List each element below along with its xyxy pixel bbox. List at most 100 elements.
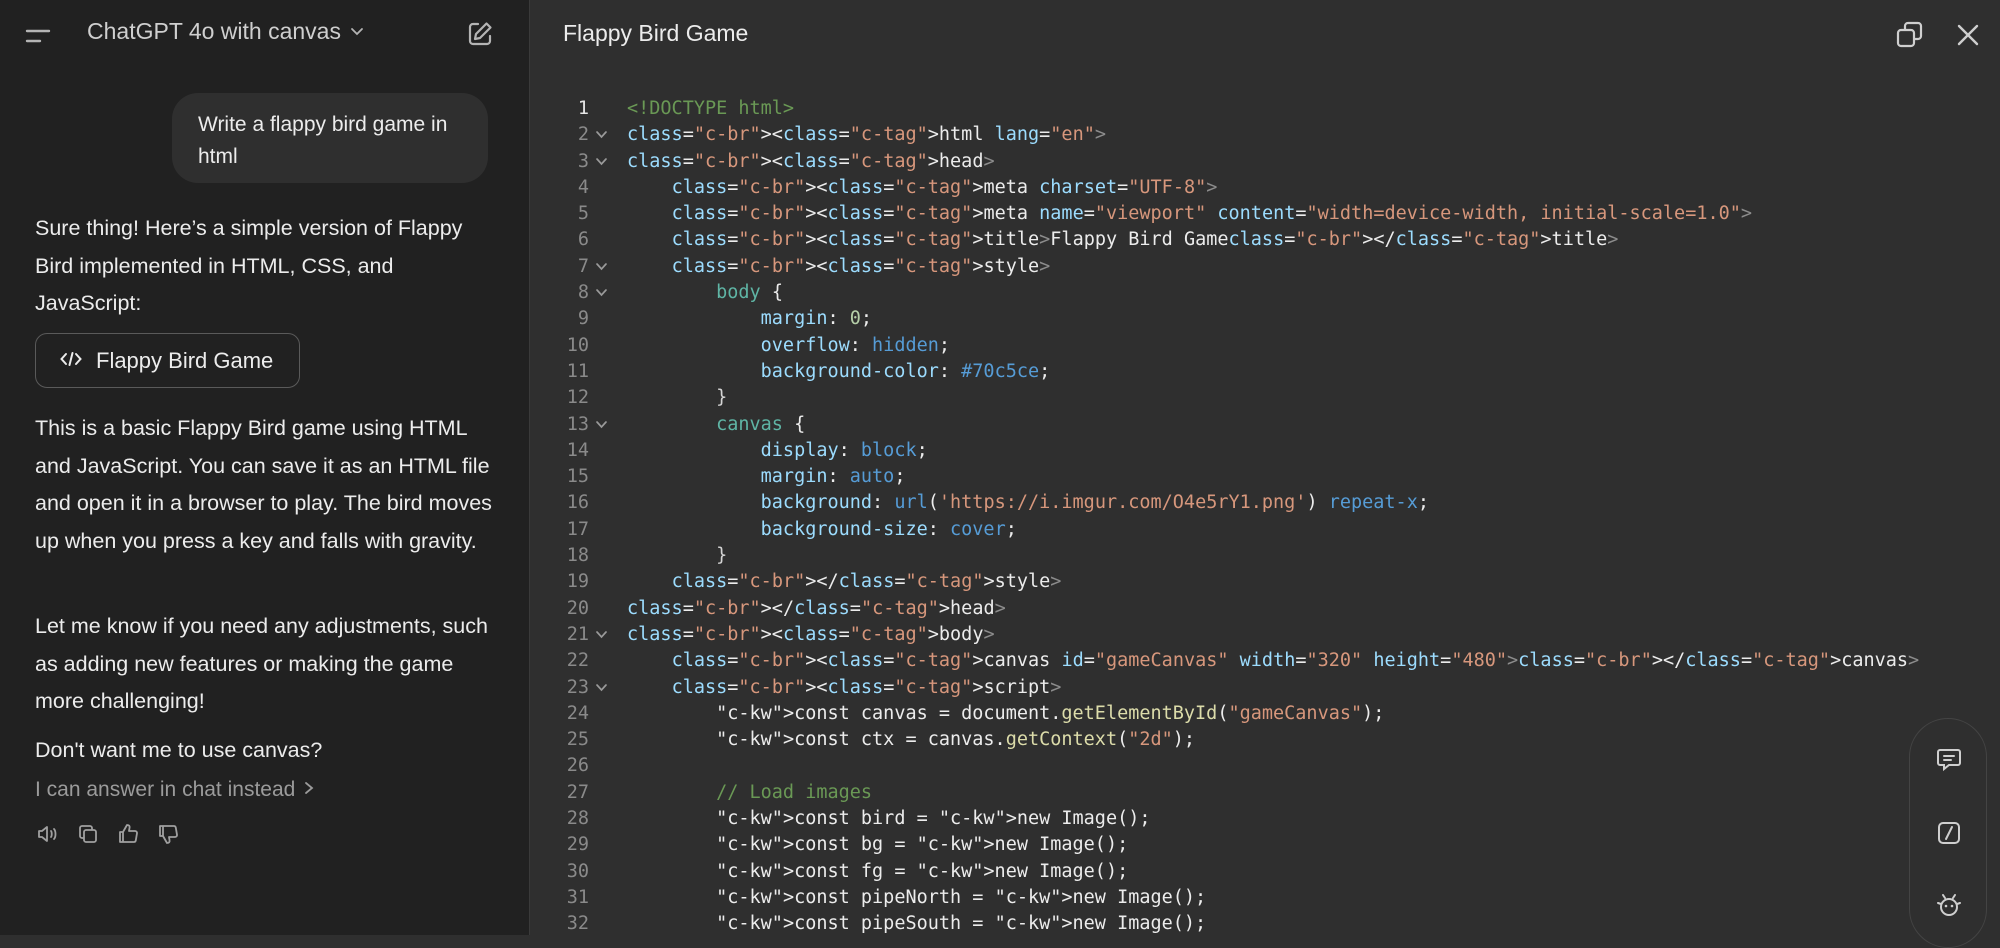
code-line[interactable]: 14 display: block; bbox=[531, 438, 2000, 464]
code-text: "c-kw">const fg = "c-kw">new Image(); bbox=[716, 860, 1129, 882]
code-line[interactable]: 31 "c-kw">const pipeNorth = "c-kw">new I… bbox=[531, 885, 2000, 911]
code-text: body { bbox=[716, 282, 783, 304]
code-line[interactable]: 17 background-size: cover; bbox=[531, 517, 2000, 543]
line-number: 32 bbox=[566, 913, 589, 935]
fold-chevron-icon[interactable] bbox=[595, 122, 609, 148]
code-text: background: url('https://i.imgur.com/O4e… bbox=[760, 492, 1429, 514]
code-line[interactable]: 9 margin: 0; bbox=[531, 306, 2000, 332]
sidebar-toggle-icon[interactable] bbox=[24, 22, 52, 50]
code-line[interactable]: 13 canvas { bbox=[531, 412, 2000, 438]
line-number: 13 bbox=[566, 413, 589, 435]
code-line[interactable]: 32 "c-kw">const pipeSouth = "c-kw">new I… bbox=[531, 911, 2000, 937]
code-text: background-color: #70c5ce; bbox=[760, 360, 1051, 382]
bug-icon[interactable] bbox=[1935, 891, 1963, 919]
code-text: "c-kw">const bird = "c-kw">new Image(); bbox=[716, 808, 1151, 830]
thumbs-down-icon[interactable] bbox=[156, 822, 180, 846]
code-text: class="c-br"></class="c-tag">head> bbox=[627, 597, 1006, 619]
assistant-intro-text: Sure thing! Here’s a simple version of F… bbox=[35, 216, 463, 315]
code-line[interactable]: 1 <!DOCTYPE html> bbox=[531, 96, 2000, 122]
code-line[interactable]: 24 "c-kw">const canvas = document.getEle… bbox=[531, 701, 2000, 727]
thumbs-up-icon[interactable] bbox=[116, 822, 140, 846]
code-line[interactable]: 20 class="c-br"></class="c-tag">head> bbox=[531, 596, 2000, 622]
code-icon bbox=[60, 348, 82, 374]
code-text: background-size: cover; bbox=[760, 518, 1017, 540]
answer-in-chat-link[interactable]: I can answer in chat instead bbox=[35, 778, 315, 802]
code-text: class="c-br"><class="c-tag">html lang="e… bbox=[627, 124, 1106, 146]
code-line[interactable]: 30 "c-kw">const fg = "c-kw">new Image(); bbox=[531, 859, 2000, 885]
code-line[interactable]: 15 margin: auto; bbox=[531, 464, 2000, 490]
code-line[interactable]: 5 class="c-br"><class="c-tag">meta name=… bbox=[531, 201, 2000, 227]
slash-command-icon[interactable] bbox=[1935, 819, 1963, 847]
canvas-question-text: Don't want me to use canvas? bbox=[35, 738, 323, 762]
line-number: 1 bbox=[577, 98, 589, 119]
code-editor[interactable]: 1 <!DOCTYPE html> 2 class="c-br"><class="c-… bbox=[531, 96, 2000, 938]
canvas-panel: Flappy Bird Game 1 <!DOCTYPE html> 2 class=… bbox=[531, 0, 2000, 948]
line-number: 25 bbox=[566, 729, 589, 751]
code-text: canvas { bbox=[716, 413, 806, 435]
fold-chevron-icon[interactable] bbox=[595, 280, 609, 306]
chevron-right-icon bbox=[303, 778, 315, 802]
line-number: 20 bbox=[566, 597, 589, 619]
fold-chevron-icon[interactable] bbox=[595, 149, 609, 175]
copy-icon[interactable] bbox=[76, 822, 100, 846]
line-number: 6 bbox=[577, 229, 589, 251]
model-title: ChatGPT 4o with canvas bbox=[87, 18, 341, 44]
line-number: 3 bbox=[577, 150, 589, 172]
line-number: 26 bbox=[566, 755, 589, 777]
code-text: margin: auto; bbox=[760, 466, 906, 488]
code-text: class="c-br"><class="c-tag">head> bbox=[627, 150, 995, 172]
code-line[interactable]: 18 } bbox=[531, 543, 2000, 569]
chat-panel: ChatGPT 4o with canvas Write a flappy bi… bbox=[0, 0, 530, 935]
answer-in-chat-label: I can answer in chat instead bbox=[35, 778, 296, 801]
line-number: 18 bbox=[566, 545, 589, 567]
code-line[interactable]: 25 "c-kw">const ctx = canvas.getContext(… bbox=[531, 727, 2000, 753]
code-text: class="c-br"></class="c-tag">style> bbox=[671, 571, 1062, 593]
model-selector[interactable]: ChatGPT 4o with canvas bbox=[87, 18, 365, 45]
code-text: "c-kw">const canvas = document.getElemen… bbox=[716, 702, 1385, 724]
comment-icon[interactable] bbox=[1935, 745, 1963, 773]
line-number: 2 bbox=[577, 124, 589, 146]
code-line[interactable]: 23 class="c-br"><class="c-tag">script> bbox=[531, 675, 2000, 701]
fold-chevron-icon[interactable] bbox=[595, 412, 609, 438]
code-text: overflow: hidden; bbox=[760, 334, 951, 356]
new-chat-icon[interactable] bbox=[466, 20, 494, 48]
line-number: 29 bbox=[566, 834, 589, 856]
line-number: 15 bbox=[566, 466, 589, 488]
code-line[interactable]: 6 class="c-br"><class="c-tag">title>Flap… bbox=[531, 227, 2000, 253]
code-line[interactable]: 16 background: url('https://i.imgur.com/… bbox=[531, 490, 2000, 516]
close-icon[interactable] bbox=[1955, 22, 1981, 48]
code-text: margin: 0; bbox=[760, 308, 873, 330]
code-line[interactable]: 4 class="c-br"><class="c-tag">meta chars… bbox=[531, 175, 2000, 201]
code-line[interactable]: 10 overflow: hidden; bbox=[531, 333, 2000, 359]
copy-code-icon[interactable] bbox=[1895, 20, 1925, 50]
chevron-down-icon bbox=[349, 18, 365, 45]
line-number: 22 bbox=[566, 650, 589, 672]
code-line[interactable]: 11 background-color: #70c5ce; bbox=[531, 359, 2000, 385]
fold-chevron-icon[interactable] bbox=[595, 622, 609, 648]
line-number: 12 bbox=[566, 387, 589, 409]
line-number: 17 bbox=[566, 518, 589, 540]
read-aloud-icon[interactable] bbox=[36, 822, 60, 846]
code-text: display: block; bbox=[760, 439, 928, 461]
fold-chevron-icon[interactable] bbox=[595, 675, 609, 701]
code-text: class="c-br"><class="c-tag">title>Flappy… bbox=[671, 229, 1619, 251]
code-text: "c-kw">const pipeSouth = "c-kw">new Imag… bbox=[716, 913, 1207, 935]
line-number: 24 bbox=[566, 702, 589, 724]
assistant-followup-text: Let me know if you need any adjustments,… bbox=[35, 614, 488, 713]
code-line[interactable]: 19 class="c-br"></class="c-tag">style> bbox=[531, 569, 2000, 595]
code-line[interactable]: 22 class="c-br"><class="c-tag">canvas id… bbox=[531, 648, 2000, 674]
code-line[interactable]: 29 "c-kw">const bg = "c-kw">new Image(); bbox=[531, 832, 2000, 858]
code-line[interactable]: 26 bbox=[531, 753, 2000, 779]
code-line[interactable]: 8 body { bbox=[531, 280, 2000, 306]
code-line[interactable]: 12 } bbox=[531, 385, 2000, 411]
line-number: 8 bbox=[577, 282, 589, 304]
code-text: class="c-br"><class="c-tag">canvas id="g… bbox=[671, 650, 1920, 672]
code-line[interactable]: 3 class="c-br"><class="c-tag">head> bbox=[531, 149, 2000, 175]
fold-chevron-icon[interactable] bbox=[595, 254, 609, 280]
code-line[interactable]: 28 "c-kw">const bird = "c-kw">new Image(… bbox=[531, 806, 2000, 832]
code-line[interactable]: 21 class="c-br"><class="c-tag">body> bbox=[531, 622, 2000, 648]
code-line[interactable]: 7 class="c-br"><class="c-tag">style> bbox=[531, 254, 2000, 280]
open-canvas-button[interactable]: Flappy Bird Game bbox=[35, 333, 300, 388]
code-line[interactable]: 27 // Load images bbox=[531, 780, 2000, 806]
code-line[interactable]: 2 class="c-br"><class="c-tag">html lang="… bbox=[531, 122, 2000, 148]
